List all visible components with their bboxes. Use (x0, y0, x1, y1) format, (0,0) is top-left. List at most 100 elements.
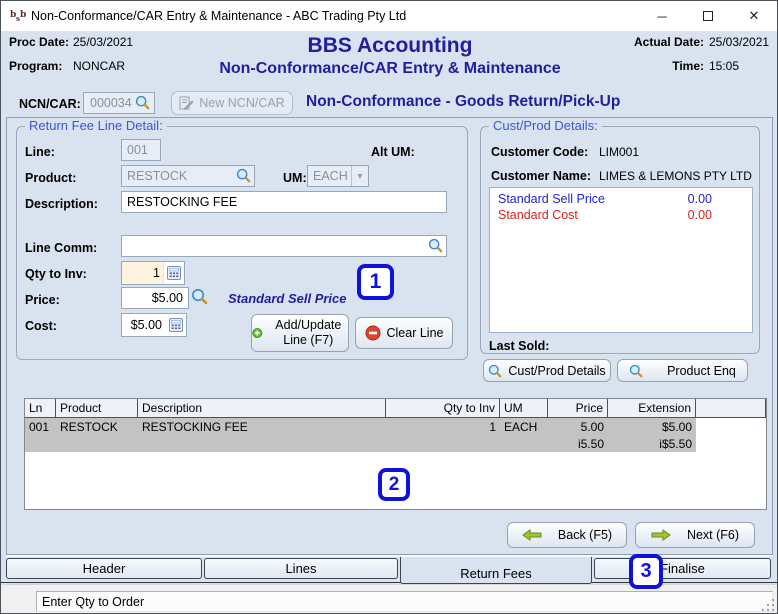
std-cost-label: Standard Cost (498, 208, 578, 222)
tab-finalise[interactable]: Finalise (594, 558, 771, 579)
time-label: Time: (672, 59, 704, 73)
arrow-left-icon (522, 529, 542, 541)
maximize-icon (703, 11, 713, 21)
qty-to-inv-value: 1 (122, 262, 164, 284)
line-comm-search-icon[interactable] (428, 238, 443, 253)
price-info-listbox[interactable]: Standard Sell Price 0.00 Standard Cost 0… (489, 187, 753, 333)
program-value: NONCAR (73, 59, 126, 73)
title-bar: b s b Non-Conformance/CAR Entry & Mainte… (1, 1, 777, 31)
product-label: Product: (25, 171, 77, 185)
resize-grip[interactable] (762, 599, 776, 613)
cell-qty: 1 (386, 418, 500, 435)
cell-description: RESTOCKING FEE (138, 418, 386, 435)
app-title: BBS Accounting (307, 34, 473, 57)
cost-field[interactable]: $5.00 (121, 313, 187, 337)
price-label: Price: (25, 293, 60, 307)
status-bar: Enter Qty to Order (1, 584, 777, 613)
col-header-qty: Qty to Inv (386, 399, 500, 417)
col-header-um: UM (500, 399, 548, 417)
proc-date-value: 25/03/2021 (73, 35, 134, 49)
cell-product (56, 435, 138, 452)
clear-line-button[interactable]: Clear Line (355, 317, 453, 349)
cust-prod-groupbox: Cust/Prod Details: Customer Code: LIM001… (480, 118, 760, 354)
cell-qty (386, 435, 500, 452)
table-header-row: Ln Product Description Qty to Inv UM Pri… (25, 399, 766, 418)
cell-um (500, 435, 548, 452)
next-button[interactable]: Next (F6) (635, 522, 755, 548)
list-item: Standard Sell Price 0.00 (490, 191, 752, 207)
minus-icon (365, 325, 380, 341)
arrow-right-icon (651, 529, 671, 541)
ncn-car-label: NCN/CAR: (19, 97, 81, 111)
last-sold-label: Last Sold: (489, 339, 550, 353)
cell-um: EACH (500, 418, 548, 435)
ncn-search-icon[interactable] (135, 95, 150, 110)
price-search-icon[interactable] (191, 288, 208, 305)
price-note: Standard Sell Price (228, 291, 347, 306)
description-input[interactable] (121, 191, 447, 213)
add-update-line-label: Add/Update Line (F7) (275, 318, 342, 347)
app-window: b s b Non-Conformance/CAR Entry & Mainte… (0, 0, 778, 614)
next-label: Next (F6) (686, 528, 740, 542)
cust-prod-group-title: Cust/Prod Details: (489, 118, 602, 133)
status-message: Enter Qty to Order (42, 594, 145, 609)
product-search-icon[interactable] (236, 168, 251, 183)
cell-ln: 001 (25, 418, 56, 435)
annotation-3: 3 (629, 554, 663, 589)
col-header-description: Description (138, 399, 386, 417)
document-type-title: Non-Conformance - Goods Return/Pick-Up (306, 93, 621, 110)
customer-name-label: Customer Name: (491, 169, 592, 183)
cost-label: Cost: (25, 319, 57, 333)
cust-prod-details-button[interactable]: Cust/Prod Details (483, 359, 611, 382)
annotation-2: 2 (378, 468, 410, 501)
cost-calculator-icon[interactable] (166, 318, 186, 332)
price-input[interactable] (121, 287, 189, 309)
customer-code-label: Customer Code: (491, 145, 589, 159)
add-update-line-button[interactable]: Add/Update Line (F7) (251, 314, 349, 352)
table-row[interactable]: 001 RESTOCK RESTOCKING FEE 1 EACH 5.00 $… (25, 418, 766, 435)
product-enq-button[interactable]: Product Enq (617, 359, 748, 382)
line-label: Line: (25, 145, 55, 159)
cost-value: $5.00 (130, 318, 162, 332)
tab-return-fees[interactable]: Return Fees (400, 557, 592, 584)
cell-description (138, 435, 386, 452)
minimize-button[interactable]: ─ (639, 1, 685, 31)
line-comm-input[interactable] (121, 235, 447, 257)
cell-extension: i$5.50 (608, 435, 696, 452)
cell-price: i5.50 (548, 435, 608, 452)
header: Proc Date: 25/03/2021 Program: NONCAR BB… (1, 31, 777, 117)
back-label: Back (F5) (557, 528, 613, 542)
program-label: Program: (9, 59, 63, 73)
qty-calculator-icon[interactable] (164, 266, 184, 280)
search-icon (489, 364, 502, 377)
cust-prod-details-label: Cust/Prod Details (508, 363, 606, 378)
proc-date-label: Proc Date: (9, 35, 70, 49)
std-cost-value: 0.00 (687, 208, 712, 222)
actual-date-label: Actual Date: (633, 35, 704, 49)
cell-product: RESTOCK (56, 418, 138, 435)
annotation-1: 1 (357, 264, 394, 300)
cell-price: 5.00 (548, 418, 608, 435)
cell-extension: $5.00 (608, 418, 696, 435)
product-input[interactable] (121, 165, 255, 187)
line-input[interactable] (121, 139, 161, 161)
close-button[interactable]: ✕ (731, 1, 777, 31)
col-header-price: Price (548, 399, 608, 417)
sell-price-value: 0.00 (687, 192, 712, 206)
tab-lines[interactable]: Lines (204, 558, 398, 579)
sell-price-label: Standard Sell Price (498, 192, 606, 206)
app-icon: b s b (10, 10, 26, 23)
tab-header[interactable]: Header (6, 558, 202, 579)
um-select[interactable]: EACH ▼ (307, 165, 369, 187)
qty-to-inv-field[interactable]: 1 (121, 261, 185, 285)
back-button[interactable]: Back (F5) (507, 522, 627, 548)
um-value: EACH (313, 169, 348, 183)
new-ncn-car-button[interactable]: New NCN/CAR (171, 91, 293, 115)
search-icon (629, 364, 643, 377)
table-row[interactable]: i5.50 i$5.50 (25, 435, 766, 452)
new-document-icon (179, 96, 194, 110)
return-fee-groupbox: Return Fee Line Detail: Line: Alt UM: Pr… (16, 118, 468, 360)
new-ncn-car-label: New NCN/CAR (199, 96, 285, 110)
customer-name-value: LIMES & LEMONS PTY LTD (599, 169, 752, 183)
maximize-button[interactable] (685, 1, 731, 31)
